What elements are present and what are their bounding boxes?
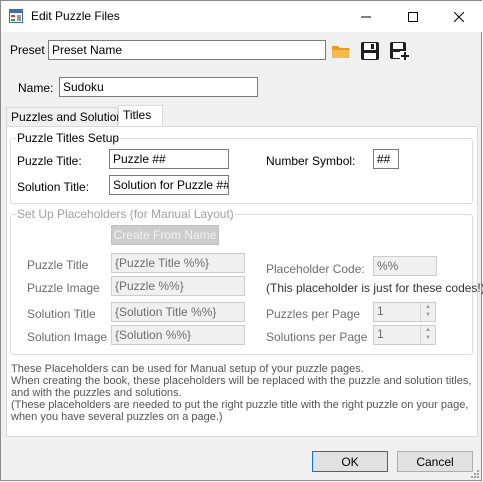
resize-grip-icon[interactable] bbox=[469, 468, 479, 478]
puzzles-per-page-spinner[interactable]: 1 ▲ ▼ bbox=[373, 302, 436, 322]
solutions-per-page-value: 1 bbox=[377, 327, 384, 341]
puzzles-per-page-label: Puzzles per Page bbox=[266, 307, 361, 321]
maximize-icon bbox=[408, 11, 418, 22]
placeholders-legend: Set Up Placeholders (for Manual Layout) bbox=[17, 207, 234, 221]
placeholder-solution-image-label: Solution Image bbox=[27, 330, 108, 344]
solution-title-input[interactable]: Solution for Puzzle ## bbox=[109, 175, 229, 195]
placeholder-puzzle-image-input[interactable]: {Puzzle %%} bbox=[111, 276, 245, 296]
placeholder-puzzle-image-label: Puzzle Image bbox=[27, 281, 100, 295]
chevron-down-icon[interactable]: ▼ bbox=[421, 334, 435, 342]
placeholder-code-label: Placeholder Code: bbox=[266, 262, 365, 276]
close-icon bbox=[454, 11, 464, 22]
placeholder-puzzle-title-input[interactable]: {Puzzle Title %%} bbox=[111, 253, 245, 273]
placeholder-code-input[interactable]: %% bbox=[373, 256, 437, 276]
placeholder-puzzle-title-label: Puzzle Title bbox=[27, 258, 89, 272]
info-line: These Placeholders can be used for Manua… bbox=[11, 363, 364, 375]
tab-titles[interactable]: Titles bbox=[118, 105, 163, 126]
number-symbol-label: Number Symbol: bbox=[266, 154, 356, 168]
name-input[interactable]: Sudoku bbox=[59, 77, 258, 97]
number-symbol-input[interactable]: ## bbox=[373, 149, 399, 169]
minimize-button[interactable] bbox=[343, 1, 389, 32]
puzzle-titles-setup-legend: Puzzle Titles Setup bbox=[17, 131, 120, 145]
preset-input[interactable]: Preset Name bbox=[48, 40, 326, 60]
puzzle-title-label: Puzzle Title: bbox=[17, 154, 82, 168]
placeholder-note: (This placeholder is just for these code… bbox=[266, 281, 483, 295]
chevron-up-icon[interactable]: ▲ bbox=[421, 303, 435, 311]
preset-label: Preset bbox=[10, 43, 45, 57]
placeholder-solution-title-input[interactable]: {Solution Title %%} bbox=[111, 302, 245, 322]
chevron-down-icon[interactable]: ▼ bbox=[421, 311, 435, 319]
solutions-per-page-label: Solutions per Page bbox=[266, 330, 368, 344]
puzzles-per-page-value: 1 bbox=[377, 304, 384, 318]
maximize-button[interactable] bbox=[390, 1, 436, 32]
spinner-arrows[interactable]: ▲ ▼ bbox=[420, 326, 435, 344]
info-line: (These placeholders are needed to put th… bbox=[11, 399, 469, 423]
minimize-icon bbox=[361, 16, 371, 17]
solutions-per-page-spinner[interactable]: 1 ▲ ▼ bbox=[373, 325, 436, 345]
create-from-name-button[interactable]: Create From Name bbox=[111, 225, 219, 245]
title-bar[interactable]: Edit Puzzle Files bbox=[1, 1, 482, 32]
name-label: Name: bbox=[18, 81, 54, 95]
folder-open-icon[interactable] bbox=[330, 40, 352, 62]
ok-button[interactable]: OK bbox=[312, 451, 388, 472]
info-text: These Placeholders can be used for Manua… bbox=[11, 363, 481, 423]
placeholder-solution-title-label: Solution Title bbox=[27, 307, 96, 321]
chevron-up-icon[interactable]: ▲ bbox=[421, 326, 435, 334]
save-as-icon[interactable] bbox=[388, 40, 410, 62]
tab-puzzles-and-solutions[interactable]: Puzzles and Solutions bbox=[6, 107, 129, 126]
solution-title-label: Solution Title: bbox=[17, 180, 90, 194]
save-icon[interactable] bbox=[359, 40, 381, 62]
app-icon bbox=[9, 9, 23, 23]
edit-puzzle-files-window: Edit Puzzle Files Preset Preset Name Nam… bbox=[0, 0, 483, 481]
spinner-arrows[interactable]: ▲ ▼ bbox=[420, 303, 435, 321]
puzzle-title-input[interactable]: Puzzle ## bbox=[109, 149, 229, 169]
cancel-button[interactable]: Cancel bbox=[397, 451, 473, 472]
window-title: Edit Puzzle Files bbox=[31, 9, 120, 23]
close-button[interactable] bbox=[436, 1, 482, 32]
placeholder-solution-image-input[interactable]: {Solution %%} bbox=[111, 325, 245, 345]
info-line: When creating the book, these placeholde… bbox=[11, 375, 472, 399]
